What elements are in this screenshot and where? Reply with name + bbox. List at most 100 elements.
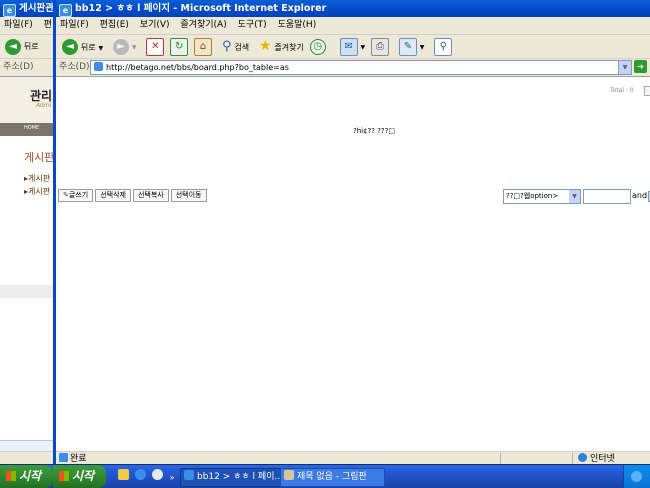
back-nav: HOME	[0, 123, 56, 136]
task-ie-label: bb12 > ㅎㅎ l 페이...	[197, 472, 281, 482]
forward-button[interactable]: ► ▼	[112, 36, 137, 59]
edit-button[interactable]: ✎ ▼	[398, 36, 425, 59]
search-button-label: 검색	[234, 43, 250, 52]
board-action-buttons: ✎글쓰기 선택삭제 선택복사 선택이동	[58, 189, 209, 202]
back-button-label: 뒤로	[80, 42, 96, 52]
chevron-down-icon[interactable]: ▼	[569, 190, 580, 203]
start-button[interactable]: 시작	[53, 465, 107, 488]
status-text: 완료	[70, 454, 87, 464]
back-menu-edit[interactable]: 편	[44, 20, 52, 30]
main-addressbar: 주소(D) http://betago.net/bbs/board.php?bo…	[56, 59, 650, 77]
board-total: Total : 0	[610, 87, 634, 94]
mail-button[interactable]: ✉ ▼	[339, 36, 366, 59]
back-address-label: 주소(D)	[3, 62, 34, 72]
back-window-menubar: 파일(F) 편	[0, 17, 56, 35]
menu-edit[interactable]: 편집(E)	[100, 20, 129, 30]
start-button-back[interactable]: 시작	[0, 465, 54, 488]
chevron-down-icon[interactable]: ▼	[420, 44, 425, 51]
copy-selected-button[interactable]: 선택복사	[132, 189, 169, 202]
back-link-2-label: 게시판	[28, 187, 51, 196]
task-paint-label: 제목 없음 - 그림판	[297, 472, 367, 482]
back-window-titlebar[interactable]: e게시판관리	[0, 0, 56, 17]
delete-selected-button[interactable]: 선택삭제	[95, 189, 131, 202]
search-keyword-input[interactable]	[583, 189, 631, 204]
status-zone-label: 인터넷	[590, 454, 615, 464]
back-link-1[interactable]: ▸게시판	[24, 173, 50, 184]
windows-logo-icon	[6, 471, 16, 481]
research-button[interactable]: ⚲	[434, 36, 453, 59]
quick-launch: »	[118, 469, 175, 484]
write-button[interactable]: ✎글쓰기	[58, 189, 94, 202]
quick-launch-folder-icon[interactable]	[118, 469, 129, 480]
chevron-down-icon[interactable]: ▼	[361, 44, 366, 51]
address-url: http://betago.net/bbs/board.php?bo_table…	[106, 63, 289, 72]
menu-help[interactable]: 도움말(H)	[278, 20, 317, 30]
research-icon: ⚲	[434, 37, 453, 56]
address-dropdown-button[interactable]: ▼	[618, 61, 631, 74]
search-button[interactable]: ⚲ 검색	[222, 35, 249, 60]
stop-button[interactable]: ✕	[146, 36, 165, 59]
menu-file[interactable]: 파일(F)	[60, 20, 89, 30]
back-window-addressbar: 주소(D)	[0, 59, 56, 77]
search-field-select[interactable]: ??□?웹option> ▼	[503, 189, 581, 204]
back-arrow-icon: ◄	[5, 38, 21, 55]
menu-favorites[interactable]: 즐겨찾기(A)	[180, 20, 226, 30]
back-nav-home[interactable]: HOME	[24, 125, 39, 131]
back-statusbar	[0, 451, 56, 465]
rss-icon[interactable]	[644, 86, 650, 96]
task-paint[interactable]: 제목 없음 - 그림판	[280, 468, 385, 487]
quick-launch-ie-icon[interactable]	[134, 469, 146, 480]
back-window-toolbar: ◄ 뒤로	[0, 35, 56, 59]
edit-icon: ✎	[398, 37, 417, 56]
refresh-button[interactable]: ↻	[170, 36, 189, 59]
back-button[interactable]: ◄ 뒤로 ▼	[62, 36, 103, 60]
windows-logo-icon	[59, 471, 69, 481]
quick-launch-more-icon[interactable]: »	[170, 473, 175, 482]
tray-network-icon[interactable]	[631, 471, 642, 482]
address-label: 주소(D)	[59, 62, 90, 72]
print-button[interactable]: ⎙	[371, 36, 390, 59]
search-operator-and[interactable]: and	[632, 189, 647, 202]
board-empty-message-text: ?hi¢?? ???□	[353, 127, 395, 135]
main-window-titlebar[interactable]: e bb12 > ㅎㅎ l 페이지 - Microsoft Internet Ex…	[56, 0, 650, 17]
home-icon: ⌂	[194, 37, 213, 56]
favorites-button[interactable]: ★ 즐겨찾기	[259, 35, 304, 60]
back-menu-file[interactable]: 파일(F)	[4, 20, 33, 30]
main-statusbar: 완료 인터넷	[56, 451, 650, 465]
mail-icon: ✉	[339, 37, 358, 56]
ie-icon: e	[3, 4, 16, 17]
move-selected-button[interactable]: 선택이동	[170, 189, 207, 202]
back-link-1-label: 게시판	[28, 174, 51, 183]
back-window-content: 관리 Admi HOME 게시판 ▸게시판 ▸게시판	[0, 77, 56, 450]
search-field-select-value: ??□?웹option>	[506, 192, 559, 200]
quick-launch-media-icon[interactable]	[151, 469, 163, 480]
print-icon: ⎙	[371, 37, 390, 56]
system-tray	[623, 465, 650, 488]
stop-icon: ✕	[146, 37, 165, 56]
paint-icon	[284, 470, 294, 480]
favorites-button-label: 즐겨찾기	[274, 43, 304, 52]
main-window-title: bb12 > ㅎㅎ l 페이지 - Microsoft Internet Exp…	[75, 3, 327, 14]
main-toolbar: ◄ 뒤로 ▼ ► ▼ ✕ ↻ ⌂ ⚲ 검색 ★ 즐겨찾기 ◷ ✉ ▼ ⎙ ✎ ▼…	[56, 35, 650, 59]
menu-tools[interactable]: 도구(T)	[238, 20, 267, 30]
menu-view[interactable]: 보기(V)	[140, 20, 170, 30]
back-window: e게시판관리 파일(F) 편 ◄ 뒤로 주소(D) 관리 Admi HOME 게…	[0, 0, 56, 465]
go-button[interactable]: ➜	[634, 60, 647, 73]
address-field[interactable]: http://betago.net/bbs/board.php?bo_table…	[90, 60, 632, 75]
back-button-label: 뒤로	[23, 42, 39, 51]
back-window-title: 게시판관리	[19, 3, 56, 14]
back-header: 관리 Admi	[0, 77, 56, 123]
start-label-back: 시작	[19, 469, 42, 483]
back-link-2[interactable]: ▸게시판	[24, 186, 50, 197]
start-label: 시작	[72, 469, 95, 483]
search-operator-label: and	[632, 191, 648, 200]
main-window-menubar: 파일(F) 편집(E) 보기(V) 즐겨찾기(A) 도구(T) 도움말(H)	[56, 17, 650, 35]
home-button[interactable]: ⌂	[194, 36, 213, 59]
back-button[interactable]: ◄ 뒤로	[5, 35, 39, 59]
forward-arrow-icon: ►	[112, 38, 129, 55]
chevron-down-icon[interactable]: ▼	[132, 44, 137, 51]
chevron-down-icon[interactable]: ▼	[98, 45, 103, 52]
history-button[interactable]: ◷	[309, 36, 326, 59]
task-ie[interactable]: bb12 > ㅎㅎ l 페이...	[180, 468, 281, 487]
back-arrow-icon: ◄	[62, 39, 78, 55]
